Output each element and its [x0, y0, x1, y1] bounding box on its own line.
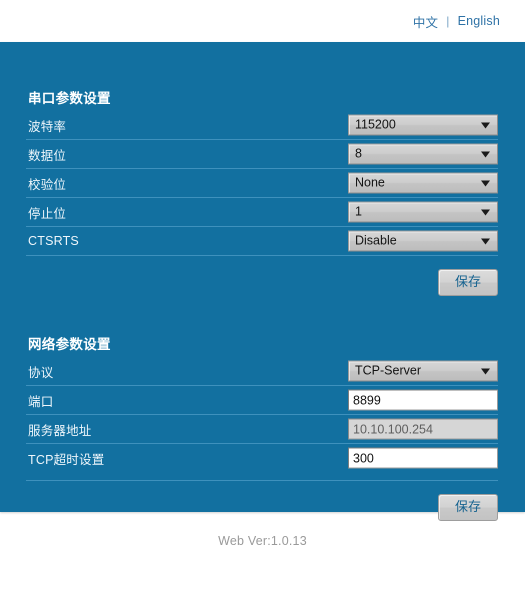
control-stop-bits: 1	[348, 201, 498, 223]
server-address-input	[348, 418, 498, 440]
serial-save-row: 保存	[26, 256, 498, 296]
control-ctsrts: Disable	[348, 230, 498, 252]
select-ctsrts-value: Disable	[355, 233, 397, 248]
select-baud-rate-value: 115200	[355, 117, 396, 132]
row-server-address: 服务器地址	[26, 415, 498, 444]
label-data-bits: 数据位	[28, 148, 67, 163]
row-ctsrts: CTSRTS Disable	[26, 227, 498, 256]
label-server-address: 服务器地址	[28, 423, 92, 438]
row-parity: 校验位 None	[26, 169, 498, 198]
chevron-down-icon	[476, 238, 497, 244]
serial-save-button[interactable]: 保存	[437, 269, 498, 296]
select-parity[interactable]: None	[348, 172, 498, 194]
row-data-bits: 数据位 8	[26, 140, 498, 169]
serial-section-title: 串口参数设置	[28, 91, 111, 106]
row-port: 端口	[26, 386, 498, 415]
control-protocol: TCP-Server	[348, 360, 498, 382]
language-switcher: 中文 | English	[412, 12, 501, 31]
chevron-down-icon	[476, 180, 497, 186]
control-baud-rate: 115200	[348, 114, 498, 136]
row-stop-bits: 停止位 1	[26, 198, 498, 227]
label-stop-bits: 停止位	[28, 206, 67, 221]
label-tcp-timeout: TCP超时设置	[28, 452, 105, 467]
language-link-chinese[interactable]: 中文	[412, 12, 439, 31]
network-save-button[interactable]: 保存	[437, 494, 498, 521]
language-separator: |	[446, 14, 450, 28]
label-protocol: 协议	[28, 365, 54, 380]
page-root: 中文 | English 串口参数设置 波特率 115200 数据位 8 校验位…	[0, 0, 525, 600]
serial-settings-section: 串口参数设置 波特率 115200 数据位 8 校验位 None 停止位 1 C…	[26, 42, 499, 296]
select-protocol-value: TCP-Server	[355, 363, 421, 378]
control-data-bits: 8	[348, 143, 498, 165]
control-port	[348, 389, 498, 411]
control-parity: None	[348, 172, 498, 194]
network-section-title: 网络参数设置	[28, 337, 111, 352]
select-stop-bits-value: 1	[355, 204, 362, 219]
row-protocol: 协议 TCP-Server	[26, 357, 498, 386]
label-port: 端口	[28, 394, 54, 409]
settings-panel: 串口参数设置 波特率 115200 数据位 8 校验位 None 停止位 1 C…	[0, 42, 525, 521]
chevron-down-icon	[476, 122, 497, 128]
control-tcp-timeout	[348, 447, 498, 469]
select-parity-value: None	[355, 175, 385, 190]
chevron-down-icon	[476, 151, 497, 157]
control-server-address	[348, 418, 498, 440]
web-version-text: Web Ver:1.0.13	[218, 534, 307, 548]
network-save-row: 保存	[26, 481, 498, 521]
network-settings-section: 网络参数设置 协议 TCP-Server 端口 8899 服务器地址 10.10…	[26, 296, 499, 521]
port-input[interactable]	[348, 389, 498, 411]
select-protocol[interactable]: TCP-Server	[348, 360, 498, 382]
language-link-english[interactable]: English	[457, 14, 501, 28]
label-ctsrts: CTSRTS	[28, 234, 79, 248]
select-data-bits-value: 8	[355, 146, 362, 161]
chevron-down-icon	[476, 209, 497, 215]
label-parity: 校验位	[28, 177, 67, 192]
chevron-down-icon	[476, 368, 497, 374]
row-baud-rate: 波特率 115200	[26, 111, 498, 140]
label-baud-rate: 波特率	[28, 119, 67, 134]
select-ctsrts[interactable]: Disable	[348, 230, 498, 252]
row-tcp-timeout: TCP超时设置	[26, 444, 498, 472]
select-data-bits[interactable]: 8	[348, 143, 498, 165]
select-stop-bits[interactable]: 1	[348, 201, 498, 223]
tcp-timeout-input[interactable]	[348, 447, 498, 469]
footer: Web Ver:1.0.13	[0, 512, 525, 600]
select-baud-rate[interactable]: 115200	[348, 114, 498, 136]
top-language-bar: 中文 | English	[0, 0, 525, 42]
